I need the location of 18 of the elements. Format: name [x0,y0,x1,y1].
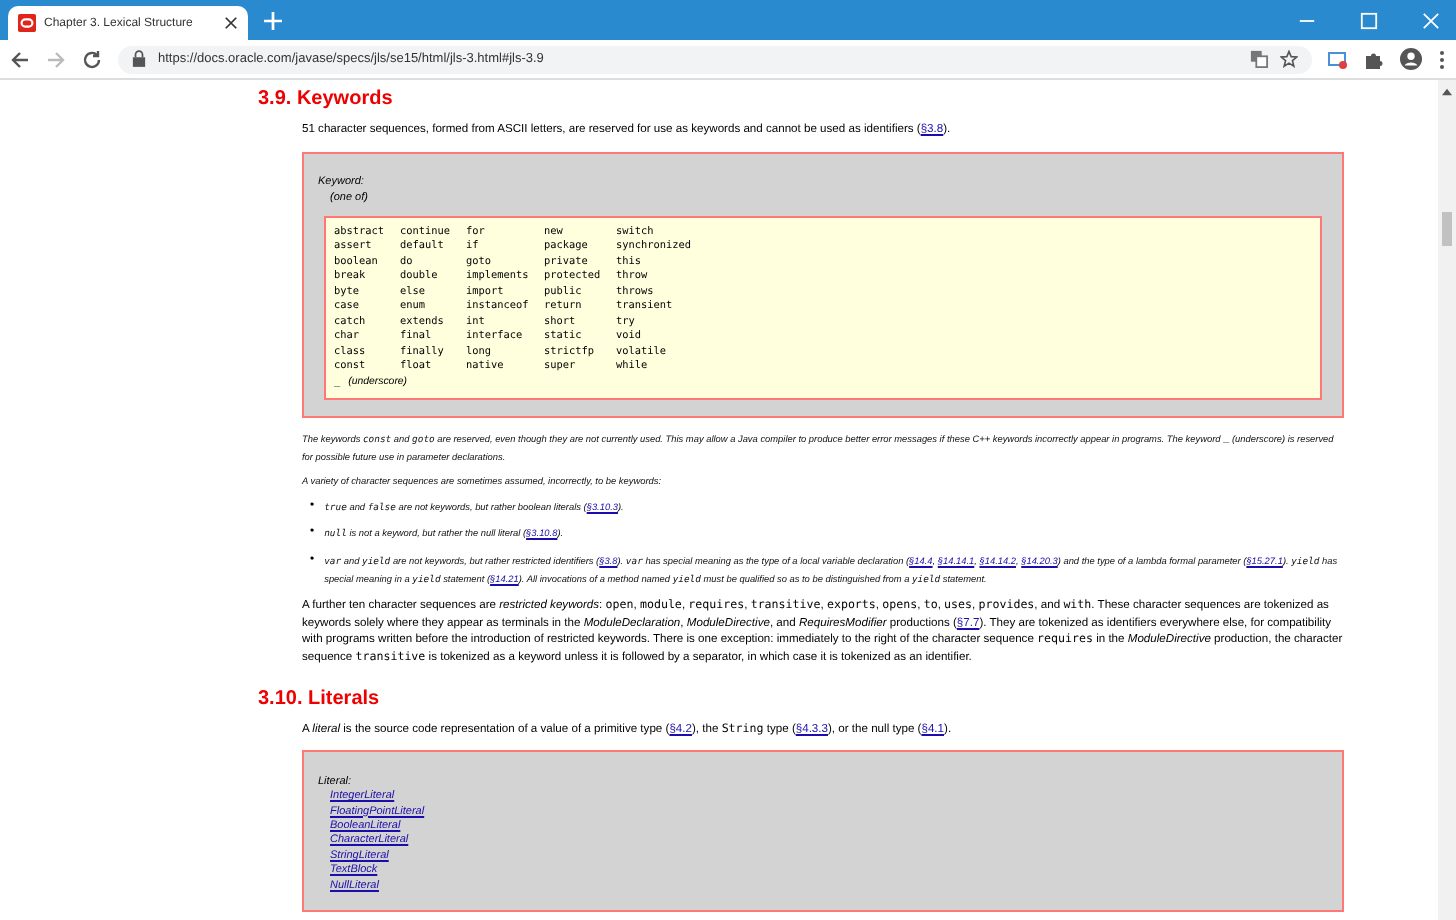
menu-icon[interactable] [1438,49,1446,69]
section-heading: 3.9. Keywords [258,88,395,110]
reload-icon[interactable] [82,49,102,69]
translate-icon[interactable] [1250,50,1268,68]
new-tab-icon[interactable] [264,11,282,29]
back-arrow-icon[interactable] [10,49,30,69]
scrollbar-thumb[interactable] [1442,212,1452,246]
close-icon[interactable] [224,16,238,30]
screen-capture-icon[interactable] [1328,49,1348,69]
section-heading: 3.10. Literals [258,687,382,710]
profile-avatar-icon[interactable] [1400,48,1422,70]
scroll-up-icon[interactable] [1442,88,1452,96]
maximize-icon[interactable] [1360,11,1378,29]
favicon-icon [18,14,36,32]
star-icon[interactable] [1280,50,1298,68]
puzzle-icon[interactable] [1364,49,1384,69]
scrollbar[interactable] [1438,80,1456,920]
lock-icon [132,50,146,68]
